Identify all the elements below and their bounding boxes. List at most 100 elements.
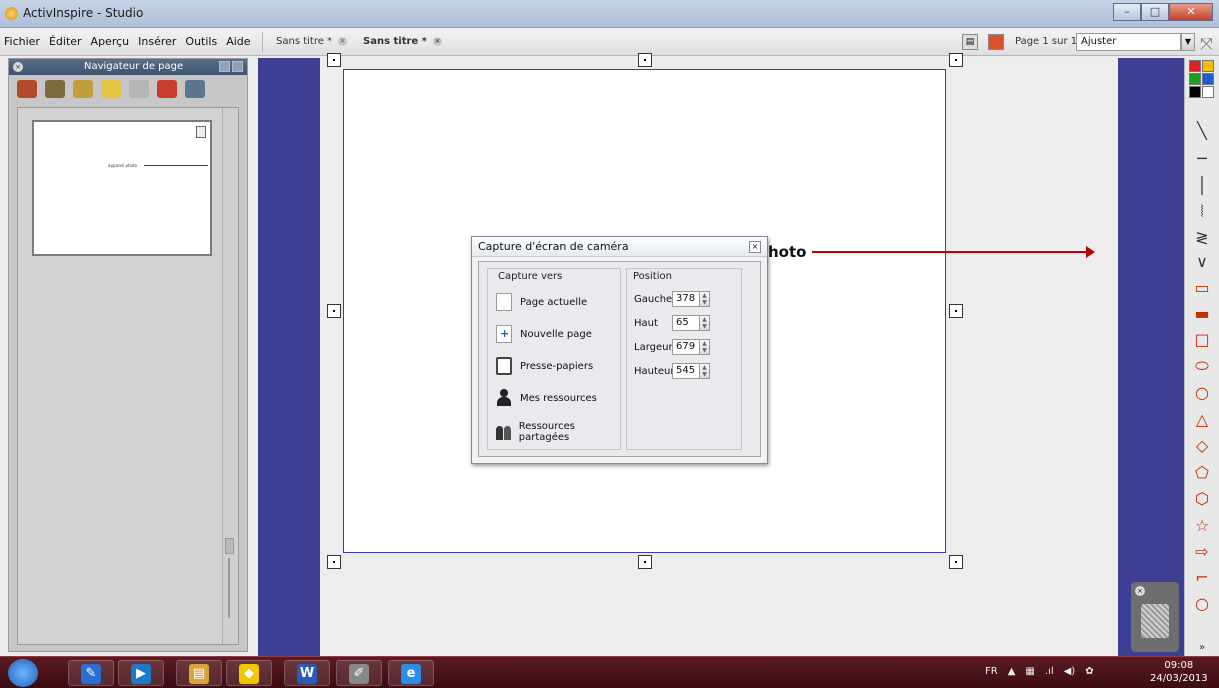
triangle-icon[interactable]: △ xyxy=(1194,412,1210,428)
action-browser-icon[interactable] xyxy=(157,80,177,98)
speech-bubble-icon[interactable]: ⌐ xyxy=(1194,570,1210,586)
close-tab-icon[interactable]: × xyxy=(432,37,442,46)
horizontal-line-icon[interactable]: ─ xyxy=(1194,151,1210,167)
trash-bin-panel[interactable]: × xyxy=(1131,582,1179,652)
capture-current-page-button[interactable]: Page actuelle xyxy=(496,293,587,311)
taskbar-app-paint[interactable]: ✎ xyxy=(68,660,114,686)
resize-handle-top-left[interactable] xyxy=(327,53,341,67)
resize-handle-bottom[interactable] xyxy=(638,555,652,569)
chevron-down-icon[interactable]: ▼ xyxy=(1181,33,1195,51)
tab-document-2[interactable]: Sans titre * × xyxy=(363,36,442,47)
notes-browser-icon[interactable] xyxy=(101,80,121,98)
volume-icon[interactable]: ◀) xyxy=(1064,666,1076,677)
height-spinner[interactable]: ▲ ▼ xyxy=(700,363,710,379)
taskbar-app-security[interactable]: ◆ xyxy=(226,660,272,686)
capture-clipboard-button[interactable]: Presse-papiers xyxy=(496,357,593,375)
property-browser-icon[interactable] xyxy=(129,80,149,98)
zoom-select[interactable]: Ajuster xyxy=(1076,33,1181,51)
resize-handle-right[interactable] xyxy=(949,304,963,318)
arrow-shape-icon[interactable]: ⇨ xyxy=(1194,544,1210,560)
object-browser-icon[interactable] xyxy=(73,80,93,98)
menu-apercu[interactable]: Aperçu xyxy=(91,35,130,48)
voting-browser-icon[interactable] xyxy=(185,80,205,98)
red-arrow-line[interactable] xyxy=(812,251,1088,253)
width-spinner[interactable]: ▲ ▼ xyxy=(700,339,710,355)
panel-pin-icon[interactable] xyxy=(232,61,243,72)
square-icon[interactable]: □ xyxy=(1194,332,1210,348)
network-icon[interactable]: ▦ xyxy=(1025,666,1034,677)
canvas-text[interactable]: hoto xyxy=(768,243,806,261)
page-thumbnail[interactable]: appareil photo xyxy=(32,120,212,256)
resize-handle-top[interactable] xyxy=(638,53,652,67)
color-swatch-blue[interactable] xyxy=(1202,73,1214,85)
color-swatch-black[interactable] xyxy=(1189,86,1201,98)
top-input[interactable]: 65 xyxy=(672,315,700,331)
close-icon[interactable]: × xyxy=(1135,586,1145,596)
maximize-button[interactable]: □ xyxy=(1141,3,1169,21)
close-panel-icon[interactable]: × xyxy=(13,62,23,72)
trash-icon[interactable] xyxy=(1141,604,1169,638)
left-spinner[interactable]: ▲ ▼ xyxy=(700,291,710,307)
menu-outils[interactable]: Outils xyxy=(185,35,217,48)
close-tab-icon[interactable]: × xyxy=(338,37,348,46)
resize-handle-bottom-left[interactable] xyxy=(327,555,341,569)
top-spinner[interactable]: ▲ ▼ xyxy=(700,315,710,331)
tray-expand-icon[interactable]: ▲ xyxy=(1008,666,1016,677)
ellipse-icon[interactable]: ⬭ xyxy=(1194,358,1210,374)
left-input[interactable]: 378 xyxy=(672,291,700,307)
menu-editer[interactable]: Éditer xyxy=(49,35,82,48)
color-swatch-white[interactable] xyxy=(1202,86,1214,98)
color-swatch-green[interactable] xyxy=(1189,73,1201,85)
capture-my-resources-button[interactable]: Mes ressources xyxy=(496,389,597,407)
app-tray-icon[interactable]: ✿ xyxy=(1085,666,1093,677)
chevron-down-icon[interactable]: » xyxy=(1194,640,1210,656)
minimize-button[interactable]: – xyxy=(1113,3,1141,21)
rectangle-icon[interactable]: ▭ xyxy=(1194,280,1210,296)
star-icon[interactable]: ☆ xyxy=(1194,518,1210,534)
circle-small-icon[interactable]: ○ xyxy=(1194,596,1210,612)
language-indicator[interactable]: FR xyxy=(985,666,998,677)
page-view-icon[interactable]: ▤ xyxy=(962,34,978,50)
resize-handle-top-right[interactable] xyxy=(949,53,963,67)
diamond-icon[interactable]: ◇ xyxy=(1194,438,1210,454)
panel-menu-icon[interactable] xyxy=(219,61,230,72)
taskbar-app-word[interactable]: W xyxy=(284,660,330,686)
resource-browser-icon[interactable] xyxy=(45,80,65,98)
width-input[interactable]: 679 xyxy=(672,339,700,355)
clock[interactable]: 09:08 24/03/2013 xyxy=(1150,659,1208,685)
pentagon-icon[interactable]: ⬠ xyxy=(1194,465,1210,481)
page-color-icon[interactable] xyxy=(988,34,1004,50)
rounded-rectangle-icon[interactable]: ▬ xyxy=(1194,306,1210,322)
circle-icon[interactable]: ○ xyxy=(1194,385,1210,401)
taskbar-app-internet-explorer[interactable]: e xyxy=(388,660,434,686)
taskbar-app-explorer[interactable]: ▤ xyxy=(176,660,222,686)
scroll-thumb[interactable] xyxy=(225,538,234,554)
tab-document-1[interactable]: Sans titre * × xyxy=(276,36,348,47)
page-browser-icon[interactable] xyxy=(17,80,37,98)
capture-new-page-button[interactable]: Nouvelle page xyxy=(496,325,592,343)
resize-handle-bottom-right[interactable] xyxy=(949,555,963,569)
resize-handle-left[interactable] xyxy=(327,304,341,318)
menu-aide[interactable]: Aide xyxy=(226,35,250,48)
vertical-line-icon[interactable]: │ xyxy=(1194,178,1210,194)
menu-inserer[interactable]: Insérer xyxy=(138,35,176,48)
angle-line-icon[interactable]: ≷ xyxy=(1194,230,1210,246)
height-input[interactable]: 545 xyxy=(672,363,700,379)
signal-icon[interactable]: .ıl xyxy=(1045,666,1054,677)
start-button[interactable] xyxy=(8,659,38,687)
color-swatch-red[interactable] xyxy=(1189,60,1201,72)
color-swatch-yellow[interactable] xyxy=(1202,60,1214,72)
taskbar-app-activinspire[interactable]: ✐ xyxy=(336,660,382,686)
zigzag-line-icon[interactable]: ⦚ xyxy=(1194,204,1210,220)
thumbnail-size-slider[interactable] xyxy=(228,558,230,618)
menu-fichier[interactable]: Fichier xyxy=(4,35,40,48)
capture-shared-resources-button[interactable]: Ressources partagées xyxy=(496,421,620,443)
close-icon[interactable]: × xyxy=(749,241,761,253)
diagonal-line-icon[interactable]: ╲ xyxy=(1194,123,1210,139)
close-window-button[interactable]: ✕ xyxy=(1169,3,1213,21)
hexagon-icon[interactable]: ⬡ xyxy=(1194,491,1210,507)
expand-icon[interactable]: ⤧ xyxy=(1200,34,1213,54)
taskbar-app-media[interactable]: ▶ xyxy=(118,660,164,686)
v-line-icon[interactable]: ∨ xyxy=(1194,254,1210,270)
thumbnail-scrollbar[interactable] xyxy=(222,108,236,644)
